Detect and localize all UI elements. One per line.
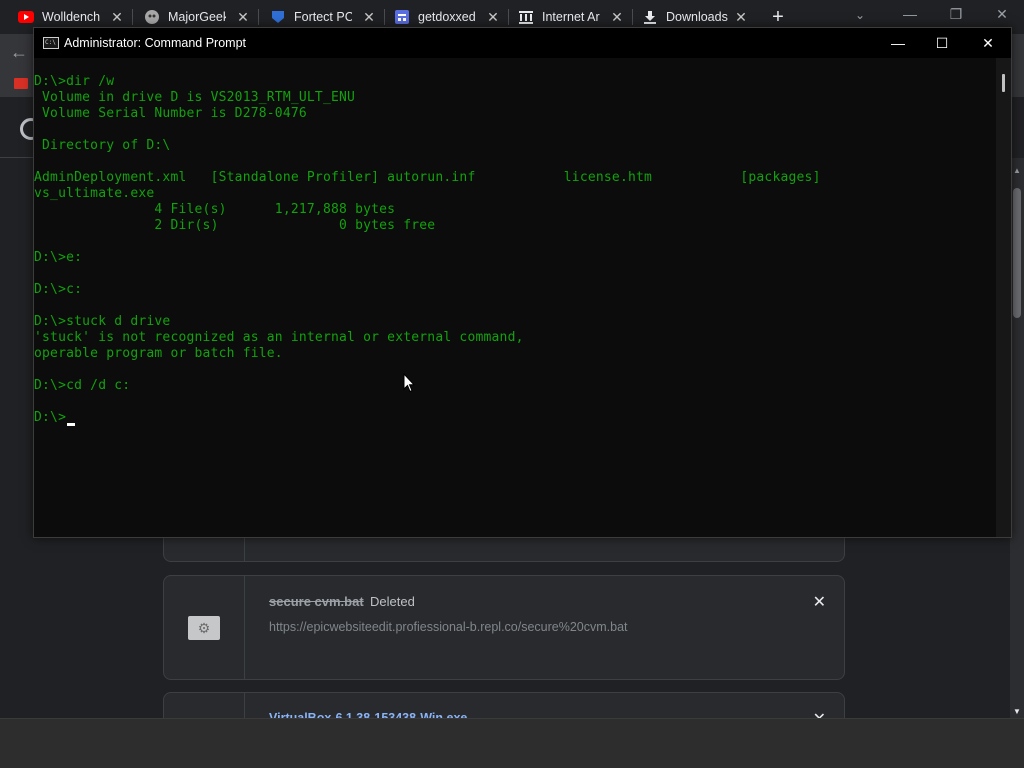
download-status: Deleted <box>370 594 415 609</box>
console-line: 'stuck' is not recognized as an internal… <box>34 330 524 345</box>
console-line: D:\>cd /d c: <box>34 378 131 393</box>
text-cursor <box>67 423 76 426</box>
command-prompt-window[interactable]: C:\ Administrator: Command Prompt — ☐ ✕ … <box>33 27 1012 538</box>
close-icon[interactable]: ✕ <box>990 4 1014 24</box>
cmd-scrollbar[interactable] <box>996 58 1011 537</box>
close-icon[interactable]: ✕ <box>110 10 124 24</box>
tab-label: MajorGeek <box>168 10 226 24</box>
scrollbar-thumb[interactable] <box>1002 74 1005 92</box>
close-icon[interactable]: ✕ <box>974 31 1002 55</box>
majorgeeks-icon <box>144 9 160 25</box>
maximize-icon[interactable]: ☐ <box>928 31 956 55</box>
file-gear-icon: ⚙ <box>188 616 220 640</box>
getdoxxed-icon <box>394 9 410 25</box>
console-line: D:\>e: <box>34 250 83 265</box>
download-card: ⚙ secure cvm.bat Deleted https://epicweb… <box>163 575 845 680</box>
minimize-icon[interactable]: — <box>898 4 922 24</box>
console-line: Directory of D:\ <box>34 138 171 153</box>
tab-label: Fortect PC <box>294 10 352 24</box>
console-line: 4 File(s) 1,217,888 bytes <box>34 202 396 217</box>
scroll-down-icon[interactable]: ▼ <box>1013 707 1021 716</box>
tab-label: Wolldench <box>42 10 100 24</box>
youtube-icon <box>18 9 34 25</box>
console-line: AdminDeployment.xml [Standalone Profiler… <box>34 170 821 185</box>
console-line: D:\>c: <box>34 282 83 297</box>
mouse-pointer-icon <box>403 373 415 393</box>
scroll-up-icon[interactable]: ▲ <box>1013 166 1021 175</box>
tab-label: getdoxxed <box>418 10 476 24</box>
scrollbar-thumb[interactable] <box>1013 188 1021 318</box>
cmd-console-output[interactable]: D:\>dir /w Volume in drive D is VS2013_R… <box>34 58 996 537</box>
desktop-screen: Wolldench ✕ MajorGeek ✕ Fortect PC ✕ get… <box>0 0 1024 768</box>
console-line: D:\>stuck d drive <box>34 314 171 329</box>
back-arrow-icon[interactable]: ← <box>10 42 28 63</box>
gmail-icon[interactable] <box>14 78 28 89</box>
page-scrollbar[interactable]: ▲ ▼ <box>1010 158 1024 718</box>
close-icon[interactable]: ✕ <box>813 592 826 612</box>
console-line: D:\>dir /w <box>34 74 115 89</box>
close-icon[interactable]: ✕ <box>486 10 500 24</box>
minimize-icon[interactable]: — <box>884 31 912 55</box>
download-url[interactable]: https://epicwebsiteedit.profiessional-b.… <box>269 620 628 634</box>
console-line: D:\> <box>34 410 67 425</box>
taskbar <box>0 718 1024 768</box>
download-file-name[interactable]: secure cvm.bat <box>269 594 364 609</box>
chevron-down-icon[interactable]: ⌄ <box>855 8 871 24</box>
tab-label: Downloads <box>666 10 728 24</box>
cmd-title-bar[interactable]: C:\ Administrator: Command Prompt — ☐ ✕ <box>34 28 1011 58</box>
close-icon[interactable]: ✕ <box>236 10 250 24</box>
console-line: 2 Dir(s) 0 bytes free <box>34 218 436 233</box>
console-line: operable program or batch file. <box>34 346 283 361</box>
window-title: Administrator: Command Prompt <box>64 36 247 50</box>
cmd-app-icon: C:\ <box>43 37 59 49</box>
close-icon[interactable]: ✕ <box>734 10 748 24</box>
archive-icon <box>518 9 534 25</box>
fortect-icon <box>270 9 286 25</box>
new-tab-button[interactable]: + <box>768 7 788 27</box>
console-line: vs_ultimate.exe <box>34 186 155 201</box>
download-icon <box>642 9 658 25</box>
card-icon-column: ⚙ <box>164 576 245 679</box>
close-icon[interactable]: ✕ <box>610 10 624 24</box>
restore-icon[interactable]: ❐ <box>944 4 968 24</box>
tab-label: Internet Ar <box>542 10 600 24</box>
console-line: Volume Serial Number is D278-0476 <box>34 106 307 121</box>
close-icon[interactable]: ✕ <box>362 10 376 24</box>
console-line: Volume in drive D is VS2013_RTM_ULT_ENU <box>34 90 356 105</box>
